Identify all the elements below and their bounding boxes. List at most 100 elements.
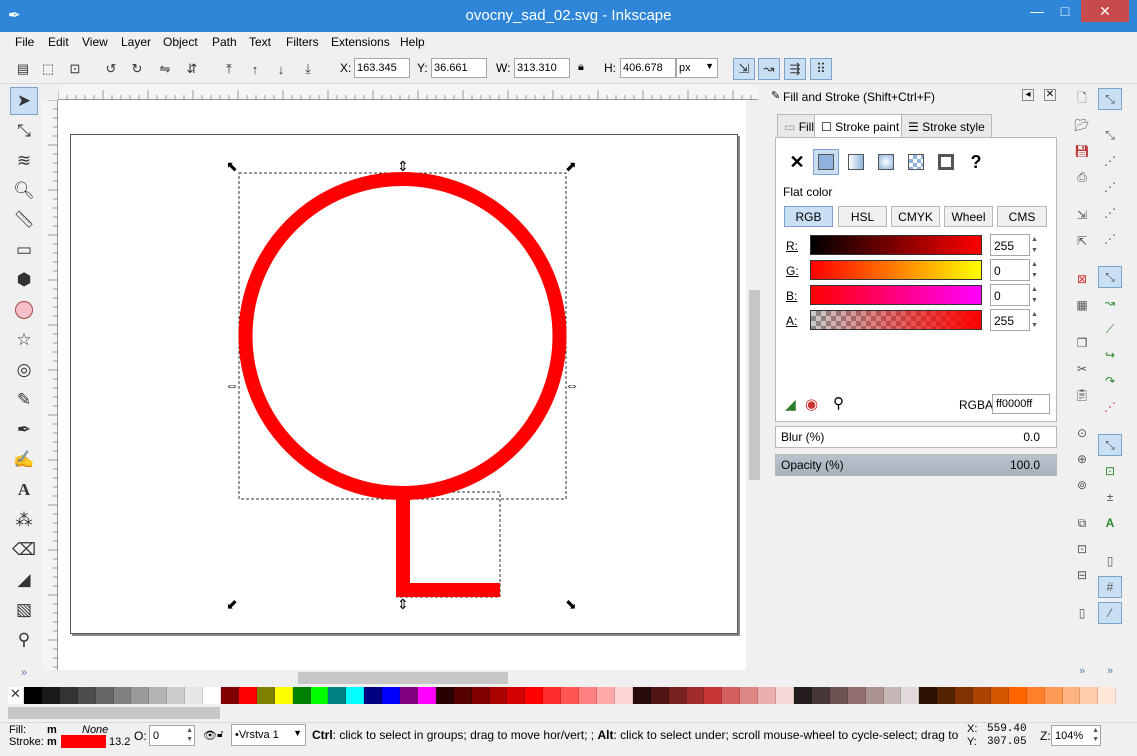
palette-swatch[interactable] — [919, 687, 938, 704]
palette-swatch[interactable] — [185, 687, 204, 704]
palette-swatch[interactable] — [113, 687, 132, 704]
y-field[interactable] — [431, 58, 487, 78]
swatch-icon[interactable] — [933, 149, 959, 175]
close-button[interactable]: ✕ — [1081, 0, 1129, 22]
snap-guides-icon[interactable]: ⁄ — [1098, 602, 1122, 624]
open-icon[interactable]: 📂︎ — [1070, 114, 1094, 136]
palette-swatch[interactable] — [59, 687, 78, 704]
zoom-spinner[interactable]: ▲ ▼ — [1092, 726, 1099, 744]
layer-select[interactable]: •Vrstva 1 ▼ — [231, 724, 306, 746]
palette-swatch[interactable] — [1026, 687, 1045, 704]
horizontal-scroll-thumb[interactable] — [298, 672, 508, 684]
palette-swatch[interactable] — [149, 687, 168, 704]
red-corner-path[interactable] — [396, 494, 500, 597]
g-spinner[interactable]: ▲ ▼ — [1030, 259, 1039, 281]
w-field[interactable] — [514, 58, 570, 78]
select-all-icon[interactable]: ▤ — [12, 58, 34, 80]
palette-swatch[interactable] — [417, 687, 436, 704]
move-gradients-icon[interactable]: ⇶ — [784, 58, 806, 80]
more-snap-icon[interactable]: » — [1098, 660, 1122, 682]
star-tool-icon[interactable]: ☆ — [10, 326, 38, 354]
copy-icon[interactable]: ❐ — [1070, 332, 1094, 354]
r-input[interactable]: 255 — [990, 234, 1030, 256]
palette-swatch[interactable] — [238, 687, 257, 704]
zoom-drawing-icon[interactable]: ⊕ — [1070, 448, 1094, 470]
vertical-scroll-thumb[interactable] — [749, 290, 760, 480]
paint-bucket-tool-icon[interactable]: ◢ — [10, 566, 38, 594]
lower-to-bottom-icon[interactable]: ⤓ — [297, 58, 319, 80]
rgba-input[interactable] — [992, 394, 1050, 414]
snap-paths-icon[interactable]: ↝ — [1098, 292, 1122, 314]
snap-others-icon[interactable]: ⤡ — [1098, 434, 1122, 456]
export-icon[interactable]: ⇱ — [1070, 230, 1094, 252]
more-commands-icon[interactable]: » — [1070, 660, 1094, 682]
pencil-tool-icon[interactable]: ✎ — [10, 386, 38, 414]
zoom-tool-icon[interactable]: 🔍︎ — [10, 177, 38, 205]
palette-swatch[interactable] — [1044, 687, 1063, 704]
palette-swatch[interactable] — [310, 687, 329, 704]
palette-swatch[interactable] — [507, 687, 526, 704]
palette-swatch[interactable] — [256, 687, 275, 704]
lock-icon[interactable]: 🔒︎ — [578, 61, 584, 74]
palette-scroll-thumb[interactable] — [8, 707, 220, 719]
palette-swatch[interactable] — [901, 687, 920, 704]
scale-corners-icon[interactable]: ↝ — [758, 58, 780, 80]
r-spinner[interactable]: ▲ ▼ — [1030, 234, 1039, 256]
color-picker-icon[interactable]: ⚲ — [833, 394, 844, 412]
mode-rgb[interactable]: RGB — [784, 206, 833, 227]
tab-stroke-style[interactable]: ☰ Stroke style — [901, 114, 992, 138]
redo-icon[interactable]: ▦ — [1070, 294, 1094, 316]
snap-line-midpoints-icon[interactable]: ⋰ — [1098, 396, 1122, 418]
move-patterns-icon[interactable]: ⠿ — [810, 58, 832, 80]
xml-editor-icon[interactable]: ▯ — [1070, 602, 1094, 624]
import-icon[interactable]: ⇲ — [1070, 204, 1094, 226]
color-palette[interactable]: ✕ — [8, 686, 1117, 704]
palette-swatch[interactable] — [364, 687, 383, 704]
scale-handle-bottom-right[interactable]: ⬊ — [565, 596, 577, 612]
dropper-tool-icon[interactable]: ⚲ — [10, 626, 38, 654]
palette-swatch[interactable] — [937, 687, 956, 704]
scale-handle-bottom[interactable]: ⇕ — [397, 596, 409, 612]
scale-handle-left[interactable]: ⇔ — [225, 377, 239, 393]
undo-icon[interactable]: ⊠ — [1070, 268, 1094, 290]
clone-icon[interactable]: ⊡ — [1070, 538, 1094, 560]
palette-swatch[interactable] — [668, 687, 687, 704]
scale-handle-top[interactable]: ⇕ — [397, 158, 409, 174]
measure-tool-icon[interactable]: 📏︎ — [10, 206, 38, 234]
ellipse-tool-icon[interactable] — [10, 296, 38, 324]
tab-stroke-paint[interactable]: ☐ Stroke paint — [814, 114, 907, 138]
g-slider[interactable] — [810, 260, 982, 280]
opacity-spinner[interactable]: ▲ ▼ — [186, 726, 193, 744]
b-input[interactable]: 0 — [990, 284, 1030, 306]
palette-swatch[interactable] — [793, 687, 812, 704]
zoom-page-icon[interactable]: ⊚ — [1070, 474, 1094, 496]
mode-hsl[interactable]: HSL — [838, 206, 887, 227]
menu-file[interactable]: File — [15, 35, 34, 49]
snap-intersections-icon[interactable]: ⟋ — [1098, 318, 1122, 340]
a-slider[interactable] — [810, 310, 982, 330]
new-document-icon[interactable]: 🗋 — [1070, 88, 1094, 110]
palette-swatch[interactable] — [489, 687, 508, 704]
menu-extensions[interactable]: Extensions — [331, 35, 390, 49]
snap-grids-icon[interactable]: # — [1098, 576, 1122, 598]
palette-swatch[interactable] — [561, 687, 580, 704]
snap-object-centers-icon[interactable]: ⊡ — [1098, 460, 1122, 482]
rectangle-tool-icon[interactable]: ▭ — [10, 236, 38, 264]
palette-swatch[interactable] — [829, 687, 848, 704]
tweak-tool-icon[interactable]: ≋ — [10, 147, 38, 175]
palette-swatch[interactable] — [77, 687, 96, 704]
snap-text-baseline-icon[interactable]: A — [1098, 512, 1122, 534]
mode-cms[interactable]: CMS — [997, 206, 1047, 227]
snap-toggle-icon[interactable]: ⤡ — [1098, 88, 1122, 110]
flip-horizontal-icon[interactable]: ⇋ — [154, 58, 176, 80]
snap-cusp-nodes-icon[interactable]: ↪ — [1098, 344, 1122, 366]
b-slider[interactable] — [810, 285, 982, 305]
gradient-tool-icon[interactable]: ▧ — [10, 596, 38, 624]
menu-text[interactable]: Text — [249, 35, 271, 49]
node-tool-icon[interactable]: ⤡ — [10, 117, 38, 145]
palette-swatch[interactable] — [24, 687, 42, 704]
select-all-layers-icon[interactable]: ⬚ — [37, 58, 59, 80]
palette-swatch[interactable] — [1062, 687, 1081, 704]
radial-gradient-icon[interactable] — [873, 149, 899, 175]
opacity-field[interactable]: 0 ▲ ▼ — [149, 725, 195, 746]
